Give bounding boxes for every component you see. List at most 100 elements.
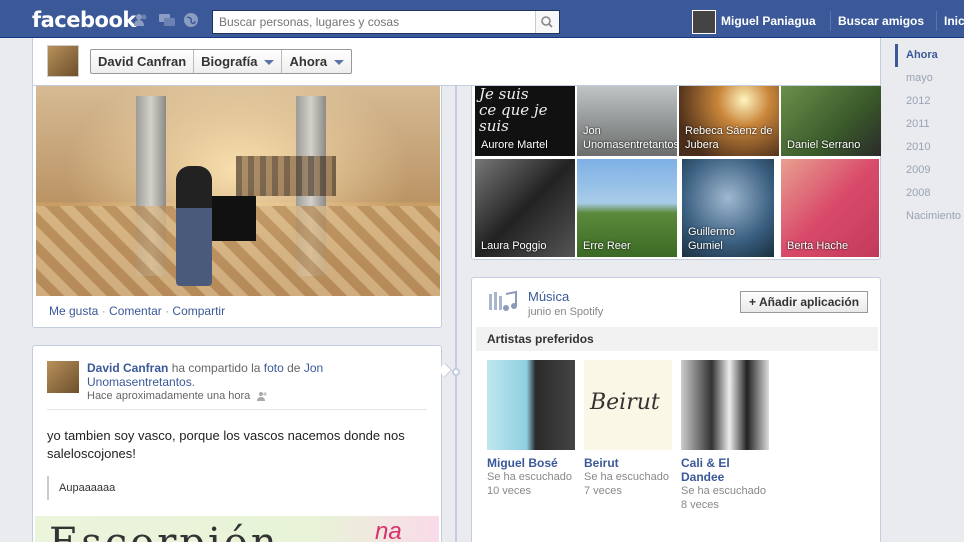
profile-link[interactable]: Miguel Paniagua (721, 14, 816, 28)
comment-link[interactable]: Comentar (109, 304, 162, 318)
tab-now[interactable]: Ahora (282, 50, 351, 73)
artist-meta: Se ha escuchado 7 veces (584, 471, 670, 497)
artist-meta: Se ha escuchado 8 veces (681, 485, 767, 511)
timeline-nav-item[interactable]: mayo (895, 67, 964, 90)
find-friends-link[interactable]: Buscar amigos (838, 14, 924, 28)
artist-logo-text: Beirut (590, 390, 660, 415)
share-link[interactable]: Compartir (172, 304, 225, 318)
author-link[interactable]: David Canfran (87, 361, 168, 375)
artist-photo[interactable] (487, 360, 575, 450)
friends-audience-icon (257, 392, 267, 402)
post-header: David Canfran ha compartido la foto de J… (87, 361, 427, 389)
period: . (191, 375, 196, 389)
of-text: de (287, 361, 301, 375)
plus-icon: + (749, 295, 757, 309)
friend-tile[interactable]: Je suis ce que je suis Aurore Martel (475, 86, 575, 156)
friend-tile[interactable]: Laura Poggio (475, 159, 575, 257)
artist-name[interactable]: Cali & El Dandee (681, 456, 769, 484)
friend-tile[interactable]: Berta Hache (781, 159, 879, 257)
chevron-down-icon (334, 60, 345, 66)
post-actions: Me gusta · Comentar · Compartir (49, 304, 225, 318)
friend-tile[interactable]: Guillermo Gumiel (682, 159, 774, 257)
timestamp-text[interactable]: Hace aproximadamente una hora (87, 390, 250, 402)
artist-name[interactable]: Beirut (584, 456, 672, 470)
timeline-nav-item[interactable]: Ahora (895, 44, 964, 67)
music-card: Música junio en Spotify + Añadir aplicaci… (471, 277, 881, 542)
photo-link[interactable]: foto (264, 361, 284, 375)
friend-name: Guillermo Gumiel (688, 226, 736, 252)
profile-name-tab[interactable]: David Canfran (91, 50, 195, 73)
artist-item[interactable]: Cali & El Dandee Se ha escuchado 8 veces (681, 360, 769, 512)
chevron-down-icon (264, 60, 275, 66)
home-link[interactable]: Inic (944, 14, 964, 28)
post-timestamp: Hace aproximadamente una hora (87, 390, 269, 402)
topbar-divider (936, 11, 937, 31)
profile-avatar[interactable] (47, 45, 79, 77)
friend-name: Laura Poggio (481, 240, 547, 252)
profile-nav: David Canfran Biografía Ahora (90, 49, 353, 74)
messages-icon[interactable] (158, 12, 175, 28)
post-photo[interactable] (36, 86, 440, 296)
artist-photo[interactable] (681, 360, 769, 450)
friends-grid: Je suis ce que je suis Aurore Martel Jon… (471, 86, 881, 260)
facebook-logo[interactable]: facebook (32, 8, 136, 32)
profile-name: David Canfran (98, 54, 187, 69)
friend-name: Erre Reer (583, 240, 631, 252)
author-avatar[interactable] (47, 361, 79, 393)
shared-post-card: David Canfran ha compartido la foto de J… (32, 345, 442, 542)
artist-photo[interactable]: Beirut (584, 360, 672, 450)
timeline-nav: Ahora mayo 2012 2011 2010 2009 2008 Naci… (895, 44, 964, 228)
timeline-nav-item[interactable]: 2010 (895, 136, 964, 159)
friend-tile[interactable]: Daniel Serrano (781, 86, 881, 156)
friend-tile[interactable]: Rebeca Sáenz de Jubera (679, 86, 779, 156)
artist-meta: Se ha escuchado 10 veces (487, 471, 573, 497)
search-box[interactable] (212, 10, 560, 34)
artist-item[interactable]: Beirut Beirut Se ha escuchado 7 veces (584, 360, 672, 498)
friend-name: Aurore Martel (481, 139, 548, 151)
timeline-nav-item[interactable]: 2009 (895, 159, 964, 182)
timeline-nav-item[interactable]: Nacimiento (895, 205, 964, 228)
image-text-right: na (375, 518, 402, 542)
post-message: yo tambien soy vasco, porque los vascos … (47, 428, 405, 461)
timeline-nav-item[interactable]: 2012 (895, 90, 964, 113)
friend-name: Rebeca Sáenz de Jubera (685, 125, 773, 151)
top-bar: facebook Miguel Paniagua Buscar amigos I… (0, 0, 964, 38)
friend-photo-text: Je suis ce que je suis (479, 86, 548, 135)
timeline-nav-item[interactable]: 2008 (895, 182, 964, 205)
image-text: Escorpión (49, 520, 280, 542)
add-app-button[interactable]: + Añadir aplicación (740, 291, 869, 313)
shared-image[interactable]: Escorpión na (35, 516, 439, 542)
music-subtitle: junio en Spotify (528, 306, 604, 318)
music-notes-icon (488, 290, 518, 312)
artist-name[interactable]: Miguel Bosé (487, 456, 575, 470)
artist-item[interactable]: Miguel Bosé Se ha escuchado 10 veces (487, 360, 575, 498)
profile-subheader: David Canfran Biografía Ahora (32, 38, 881, 86)
topbar-divider (830, 11, 831, 31)
like-link[interactable]: Me gusta (49, 304, 98, 318)
notifications-globe-icon[interactable] (183, 12, 199, 28)
post-quote: Aupaaaaaa (47, 476, 115, 500)
search-input[interactable] (213, 11, 533, 33)
search-icon (541, 16, 553, 28)
tab-biography[interactable]: Biografía (194, 50, 283, 73)
photo-post-card: Me gusta · Comentar · Compartir (32, 86, 442, 328)
friend-name: Berta Hache (787, 240, 849, 252)
music-title-link[interactable]: Música (528, 289, 569, 304)
tab-biography-label: Biografía (201, 54, 258, 69)
friend-tile[interactable]: Jon Unomasentretantos (577, 86, 677, 156)
user-avatar[interactable] (692, 10, 716, 34)
friend-name: Daniel Serrano (787, 139, 861, 151)
separator: · (165, 304, 170, 318)
add-app-label: Añadir aplicación (759, 295, 860, 309)
tab-now-label: Ahora (289, 54, 328, 69)
artists-header: Artistas preferidos (476, 327, 878, 351)
shared-text: ha compartido la (171, 361, 261, 375)
friend-name: Jon Unomasentretantos (583, 125, 677, 151)
friend-requests-icon[interactable] (133, 12, 149, 28)
timeline-nav-item[interactable]: 2011 (895, 113, 964, 136)
timeline-spine (455, 38, 457, 542)
friend-tile[interactable]: Erre Reer (577, 159, 677, 257)
search-button[interactable] (535, 11, 559, 33)
separator: · (101, 304, 106, 318)
timeline-dot (452, 368, 460, 376)
